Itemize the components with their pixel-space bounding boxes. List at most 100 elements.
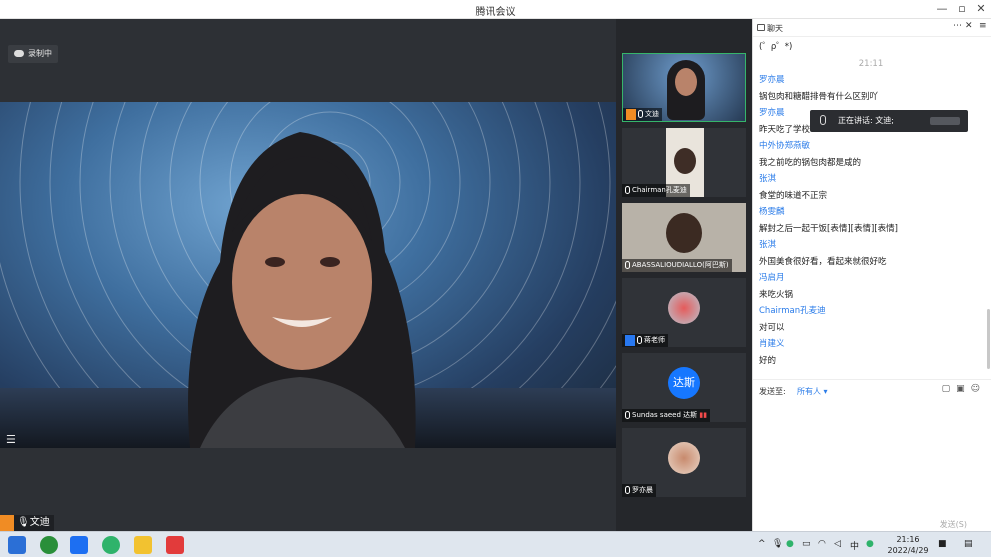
send-button[interactable]: 发送(S) [940, 519, 967, 530]
participant-face [675, 68, 697, 96]
screenshot-icon[interactable]: ▣ [956, 384, 971, 394]
close-button[interactable]: ✕ [972, 1, 990, 17]
mic-icon [625, 186, 630, 194]
chat-header: 聊天 ⋯ ✕ ≡ [753, 19, 991, 37]
participant-thumb[interactable]: 达斯 Sundas saeed 达斯 ▮▮ [622, 353, 746, 422]
more-icon[interactable]: ⋯ [953, 21, 962, 31]
participant-video-figure [188, 132, 416, 448]
thumb-label: ABASSALIOUDIALLO(阿巴斯) [622, 259, 732, 272]
chat-panel: 聊天 ⋯ ✕ ≡ (゜ρ゜*) 21:11 罗亦晨 锅包肉和糖醋排骨有什么区别吖… [752, 19, 991, 531]
file-explorer-icon[interactable] [134, 536, 152, 554]
menu-icon[interactable]: ≡ [979, 21, 987, 31]
window-title: 腾讯会议 [475, 7, 516, 18]
thumb-label: 文迪 [623, 108, 662, 121]
participant-face [674, 148, 696, 174]
minimize-button[interactable]: — [933, 1, 951, 17]
mic-icon [625, 411, 630, 419]
participant-thumb[interactable]: 罗亦晨 [622, 428, 746, 497]
chat-message-list: (゜ρ゜*) 21:11 罗亦晨 锅包肉和糖醋排骨有什么区别吖 罗亦晨 昨天吃了… [759, 39, 983, 369]
speaking-indicator: 正在讲话: 文迪; [810, 110, 968, 132]
volume-icon[interactable]: ◁ [834, 539, 841, 549]
signal-icon: ▮▮ [699, 411, 708, 419]
text-avatar: 达斯 [668, 367, 700, 399]
waveform-icon [930, 117, 960, 125]
restore-button[interactable]: ▫ [953, 1, 971, 17]
thumb-name: Sundas saeed 达斯 [632, 411, 698, 419]
clock-date: 2022/4/29 [887, 546, 929, 555]
mic-icon [625, 486, 630, 494]
participant-face [666, 213, 702, 253]
avatar [668, 442, 700, 474]
send-to-dropdown[interactable]: 所有人 ▾ [797, 386, 828, 397]
participant-thumb[interactable]: 文迪 [622, 53, 746, 122]
thumb-name: 文迪 [645, 110, 659, 118]
send-to-target: 所有人 [797, 387, 821, 396]
mic-tray-icon[interactable]: 🎙 [772, 539, 783, 549]
recording-badge[interactable]: 录制中 [8, 45, 58, 63]
thumb-label: Chairman孔麦迪 [622, 184, 690, 197]
chat-sender[interactable]: 杨雯麟 [759, 204, 983, 221]
chat-text: (゜ρ゜*) [759, 42, 793, 52]
mic-icon: 🎙 [17, 517, 30, 528]
file-icon[interactable]: ▢ [942, 384, 957, 394]
chat-sender[interactable]: 张淇 [759, 237, 983, 254]
edge-browser-icon[interactable] [40, 536, 58, 554]
chat-text: 食堂的味道不正宗 [759, 190, 828, 201]
chat-text: 好的 [759, 355, 777, 366]
thumb-label: 蒋老师 [622, 334, 668, 347]
system-clock[interactable]: 21:16 2022/4/29 [882, 534, 934, 556]
active-speaker-label: 🎙文迪 [0, 515, 54, 531]
participant-thumb[interactable]: 蒋老师 [622, 278, 746, 347]
app-tray-icon[interactable]: ● [786, 539, 794, 549]
chevron-up-icon[interactable]: ^ [758, 539, 766, 549]
tencent-meeting-icon[interactable] [70, 536, 88, 554]
action-center-icon[interactable]: ▤ [964, 539, 973, 549]
thumb-name: Chairman孔麦迪 [632, 186, 687, 194]
chat-sender[interactable]: 中外协郑燕敏 [759, 138, 983, 155]
participant-thumb[interactable]: ABASSALIOUDIALLO(阿巴斯) [622, 203, 746, 272]
mic-icon [820, 115, 826, 125]
chat-scrollbar[interactable] [987, 309, 990, 369]
avatar [668, 292, 700, 324]
chat-title: 聊天 [767, 24, 783, 33]
battery-icon[interactable]: ▭ [802, 539, 811, 549]
chat-text: 锅包肉和糖醋排骨有什么区别吖 [759, 91, 879, 102]
chat-icon [757, 24, 765, 31]
host-avatar-icon [0, 515, 14, 531]
chat-text: 我之前吃的锅包肉都是咸的 [759, 157, 862, 168]
ime-indicator[interactable]: 中 [850, 539, 859, 552]
wifi-icon[interactable]: ◠ [818, 539, 826, 549]
close-chat-icon[interactable]: ✕ [965, 21, 973, 31]
chat-sender[interactable]: 罗亦晨 [759, 72, 983, 89]
chat-text: 来吃火锅 [759, 289, 794, 300]
main-stage: 录制中 ☰ 🎙文迪 [0, 19, 616, 531]
thumb-label: 罗亦晨 [622, 484, 656, 497]
windows-taskbar: ^ 🎙 ● ▭ ◠ ◁ 中 ● 21:16 2022/4/29 ■ ▤ [0, 531, 991, 557]
chat-sender[interactable]: 张淇 [759, 171, 983, 188]
notification-badge-icon[interactable]: ■ [938, 539, 947, 549]
windows-start-icon[interactable] [8, 536, 26, 554]
chat-tools: ▢▣☺ [942, 384, 986, 394]
chat-sender[interactable]: 肖建义 [759, 336, 983, 353]
recording-label: 录制中 [28, 49, 52, 58]
cohost-icon [625, 334, 635, 346]
chat-sender[interactable]: Chairman孔麦迪 [759, 303, 983, 320]
send-to-label: 发送至: [759, 387, 786, 396]
main-video[interactable] [0, 102, 616, 448]
thumb-name: ABASSALIOUDIALLO(阿巴斯) [632, 261, 729, 269]
mic-icon [638, 110, 643, 118]
chat-timestamp: 21:11 [858, 58, 884, 69]
thumb-name: 蒋老师 [644, 336, 665, 344]
speaker-name: 文迪 [29, 517, 50, 528]
wechat-icon[interactable] [102, 536, 120, 554]
cloud-icon [14, 50, 24, 57]
participant-thumbnails: 文迪 Chairman孔麦迪 ABASSALIOUDIALLO(阿巴斯) 蒋老师… [616, 19, 752, 531]
chat-sender[interactable]: 冯启月 [759, 270, 983, 287]
host-icon [626, 108, 636, 120]
send-bar: 发送至: 所有人 ▾ ▢▣☺ [753, 379, 991, 401]
participant-thumb[interactable]: Chairman孔麦迪 [622, 128, 746, 197]
security-tray-icon[interactable]: ● [866, 539, 874, 549]
participant-list-icon[interactable]: ☰ [6, 433, 16, 446]
wps-office-icon[interactable] [166, 536, 184, 554]
user-icon[interactable]: ☺ [971, 384, 986, 394]
